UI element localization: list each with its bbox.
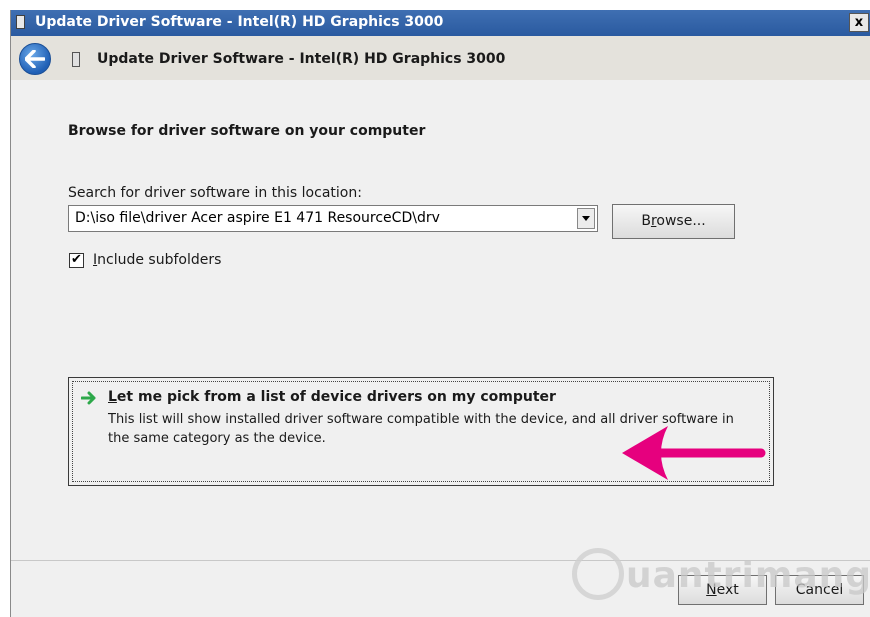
pick-title-rest: et me pick from a list of device drivers… bbox=[116, 389, 556, 405]
back-button[interactable] bbox=[19, 43, 51, 75]
search-location-label: Search for driver software in this locat… bbox=[68, 185, 362, 201]
header-title: Update Driver Software - Intel(R) HD Gra… bbox=[97, 51, 506, 67]
green-arrow-icon bbox=[81, 391, 96, 405]
pick-option-title[interactable]: Let me pick from a list of device driver… bbox=[108, 389, 556, 405]
pick-accelerator: L bbox=[108, 389, 117, 405]
device-icon bbox=[16, 15, 25, 29]
include-subfolders-checkbox[interactable]: ✔ bbox=[69, 253, 84, 268]
main-content: Browse for driver software on your compu… bbox=[11, 80, 870, 560]
include-label-rest: nclude subfolders bbox=[97, 252, 222, 268]
browse-label-end: owse... bbox=[656, 213, 706, 229]
title-bar[interactable]: Update Driver Software - Intel(R) HD Gra… bbox=[11, 10, 870, 36]
device-icon bbox=[72, 52, 80, 67]
close-button[interactable]: x bbox=[849, 13, 869, 32]
include-subfolders-label[interactable]: Include subfolders bbox=[93, 252, 221, 268]
dropdown-arrow-icon[interactable] bbox=[577, 208, 595, 229]
watermark-logo-icon bbox=[572, 548, 624, 600]
window-title: Update Driver Software - Intel(R) HD Gra… bbox=[35, 14, 444, 30]
location-input-value[interactable]: D:\iso file\driver Acer aspire E1 471 Re… bbox=[75, 210, 440, 226]
browse-label-start: B bbox=[641, 213, 651, 229]
back-arrow-icon bbox=[25, 50, 45, 68]
page-heading: Browse for driver software on your compu… bbox=[68, 123, 426, 139]
pink-pointer-arrow-icon bbox=[622, 426, 766, 480]
dialog-window: Update Driver Software - Intel(R) HD Gra… bbox=[10, 10, 870, 617]
watermark-text: uantrimang bbox=[626, 555, 870, 596]
location-combobox[interactable]: D:\iso file\driver Acer aspire E1 471 Re… bbox=[68, 205, 598, 232]
header-bar: Update Driver Software - Intel(R) HD Gra… bbox=[11, 36, 870, 80]
browse-button[interactable]: Browse... bbox=[612, 204, 735, 239]
